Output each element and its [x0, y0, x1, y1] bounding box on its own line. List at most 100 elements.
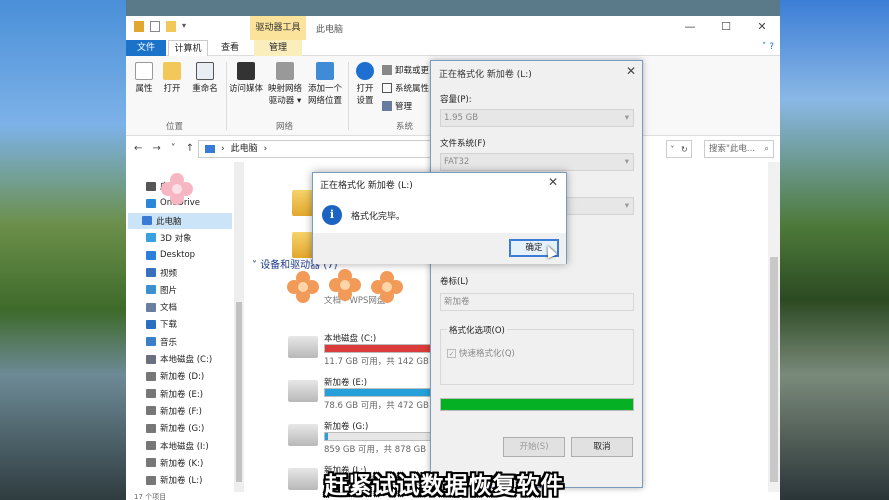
minimize-button[interactable]: —	[672, 16, 708, 40]
chevron-down-icon[interactable]: ▾	[182, 21, 192, 32]
nav-item[interactable]: 本地磁盘 (C:)	[146, 351, 212, 367]
system-properties-button[interactable]: 系统属性	[382, 82, 429, 94]
nav-item-icon	[146, 337, 156, 347]
content-scrollbar[interactable]	[768, 162, 780, 492]
map-network-label-1: 映射网络	[267, 84, 302, 94]
nav-item-label: 新加卷 (G:)	[160, 424, 205, 435]
folder-open-icon	[163, 62, 181, 80]
forward-arrow-icon[interactable]: →	[152, 143, 160, 154]
nav-item[interactable]: 3D 对象	[146, 230, 192, 246]
nav-item[interactable]: 下载	[146, 316, 177, 332]
back-arrow-icon[interactable]: ←	[134, 143, 142, 154]
format-dialog: 正在格式化 新加卷 (L:) ✕ 容量(P): 1.95 GB 文件系统(F) …	[430, 60, 643, 488]
nav-item-label: 下载	[160, 320, 178, 331]
nav-item-label: 本地磁盘 (C:)	[160, 355, 213, 365]
nav-item-icon	[146, 354, 156, 364]
up-arrow-icon[interactable]: ↑	[186, 143, 194, 154]
format-options-label: 格式化选项(O)	[447, 324, 507, 336]
open-settings-label-1: 打开	[356, 84, 374, 94]
nav-item[interactable]: 此电脑	[128, 212, 232, 229]
nav-item[interactable]: 文档	[146, 299, 177, 315]
nav-item-icon	[146, 319, 156, 329]
chevron-down-icon[interactable]: ˅	[670, 145, 674, 154]
nav-item[interactable]: Desktop	[146, 247, 195, 263]
nav-item[interactable]: 本地磁盘 (I:)	[146, 438, 209, 454]
start-button[interactable]: 开始(S)	[503, 437, 565, 457]
uninstall-icon	[382, 65, 392, 75]
nav-item-icon	[146, 250, 156, 260]
map-network-drive-button[interactable]: 映射网络 驱动器 ▾	[266, 62, 304, 107]
group-label-network: 网络	[276, 122, 294, 132]
message-box-footer: 确定	[313, 233, 566, 264]
search-input[interactable]: 搜索"此电... ⌕	[704, 140, 774, 158]
nav-item-label: 视频	[160, 268, 178, 279]
capacity-label: 容量(P):	[440, 95, 472, 105]
nav-item[interactable]: 新加卷 (E:)	[146, 386, 203, 402]
volume-label-input[interactable]: 新加卷	[440, 293, 634, 311]
nav-item-label: 此电脑	[156, 216, 182, 227]
close-icon[interactable]: ✕	[626, 64, 636, 78]
gear-icon	[356, 62, 374, 80]
address-controls: ˅ ↻	[666, 140, 692, 158]
properties-label: 属性	[135, 84, 153, 94]
quick-format-checkbox[interactable]: ✓ 快速格式化(Q)	[447, 347, 515, 359]
drive-name: 本地磁盘 (C:)	[324, 334, 377, 344]
desktop-background-left	[0, 0, 126, 500]
nav-item-icon	[146, 285, 156, 295]
nav-scrollbar[interactable]	[234, 162, 244, 492]
close-icon[interactable]: ✕	[548, 175, 558, 189]
content-scroll-thumb[interactable]	[770, 257, 778, 482]
volume-label-caption: 卷标(L)	[440, 277, 469, 287]
flower-sticker-icon	[287, 271, 319, 303]
ribbon-collapse-help[interactable]: ˅ ?	[762, 42, 774, 52]
open-button[interactable]: 打开	[160, 62, 184, 95]
title-bar: ▾ 驱动器工具 此电脑 — ☐ ✕	[126, 16, 780, 40]
tab-file[interactable]: 文件	[126, 40, 166, 56]
refresh-icon[interactable]: ↻	[681, 145, 688, 154]
nav-item[interactable]: 新加卷 (F:)	[146, 403, 202, 419]
folder-icon[interactable]	[292, 232, 314, 258]
filesystem-select[interactable]: FAT32	[440, 153, 634, 171]
folder-icon[interactable]	[292, 190, 314, 216]
access-media-button[interactable]: 访问媒体	[228, 62, 264, 95]
message-box-title: 正在格式化 新加卷 (L:)	[320, 181, 413, 191]
tab-manage[interactable]: 管理	[254, 40, 302, 56]
computer-icon	[205, 145, 215, 153]
nav-item[interactable]: 新加卷 (D:)	[146, 368, 204, 384]
chevron-right-icon: ›	[263, 144, 268, 154]
group-label-location: 位置	[166, 122, 184, 132]
drive-size-text: 78.6 GB 可用，共 472 GB	[324, 401, 429, 411]
format-progress-fill	[441, 399, 633, 410]
uninstall-button[interactable]: 卸载或更	[382, 64, 429, 76]
checkbox-icon: ✓	[447, 348, 456, 358]
nav-item[interactable]: 图片	[146, 282, 177, 298]
nav-item-label: 文档	[160, 303, 178, 314]
media-icon	[237, 62, 255, 80]
tab-view[interactable]: 查看	[212, 40, 248, 56]
map-network-label-2: 驱动器 ▾	[268, 96, 302, 106]
tab-computer[interactable]: 计算机	[168, 40, 208, 56]
nav-item[interactable]: 视频	[146, 265, 177, 281]
close-button[interactable]: ✕	[744, 16, 780, 40]
rename-button[interactable]: 重命名	[188, 62, 222, 95]
nav-item-icon	[146, 181, 156, 191]
drive-usage-fill	[325, 433, 328, 440]
properties-button[interactable]: 属性	[132, 62, 156, 95]
drive-usage-fill	[325, 389, 432, 396]
cancel-button[interactable]: 取消	[571, 437, 633, 457]
nav-item-label: 新加卷 (D:)	[160, 372, 205, 383]
nav-item[interactable]: 新加卷 (G:)	[146, 420, 204, 436]
manage-button[interactable]: 管理	[382, 100, 412, 112]
maximize-button[interactable]: ☐	[708, 16, 744, 40]
add-network-location-button[interactable]: 添加一个 网络位置	[306, 62, 344, 107]
drive-size-text: 11.7 GB 可用，共 142 GB	[324, 357, 429, 367]
open-settings-button[interactable]: 打开 设置	[352, 62, 378, 107]
recent-chevron-icon[interactable]: ˅	[171, 143, 176, 154]
properties-icon[interactable]	[150, 21, 160, 32]
capacity-select[interactable]: 1.95 GB	[440, 109, 634, 127]
nav-item-label: 图片	[160, 285, 178, 296]
nav-item-label: 新加卷 (E:)	[160, 389, 204, 400]
nav-scroll-thumb[interactable]	[236, 302, 242, 482]
nav-item[interactable]: 音乐	[146, 334, 177, 350]
new-folder-icon[interactable]	[166, 21, 176, 32]
